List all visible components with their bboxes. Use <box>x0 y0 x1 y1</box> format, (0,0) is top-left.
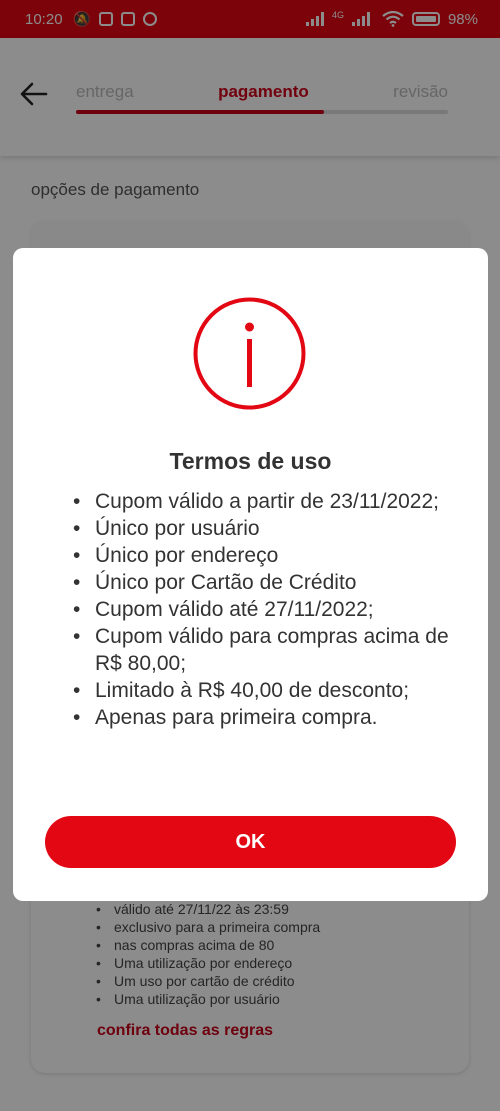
info-icon <box>193 297 306 410</box>
list-item: Cupom válido para compras acima de R$ 80… <box>71 623 461 677</box>
terms-list: Cupom válido a partir de 23/11/2022; Úni… <box>71 488 461 731</box>
list-item: Apenas para primeira compra. <box>71 704 461 731</box>
terms-modal: Termos de uso Cupom válido a partir de 2… <box>13 248 488 901</box>
modal-title: Termos de uso <box>169 448 332 474</box>
list-item: Cupom válido a partir de 23/11/2022; <box>71 488 461 515</box>
list-item: Único por Cartão de Crédito <box>71 569 461 596</box>
list-item: Único por usuário <box>71 515 461 542</box>
ok-button[interactable]: OK <box>45 816 456 868</box>
list-item: Limitado à R$ 40,00 de desconto; <box>71 677 461 704</box>
list-item: Cupom válido até 27/11/2022; <box>71 596 461 623</box>
list-item: Único por endereço <box>71 542 461 569</box>
